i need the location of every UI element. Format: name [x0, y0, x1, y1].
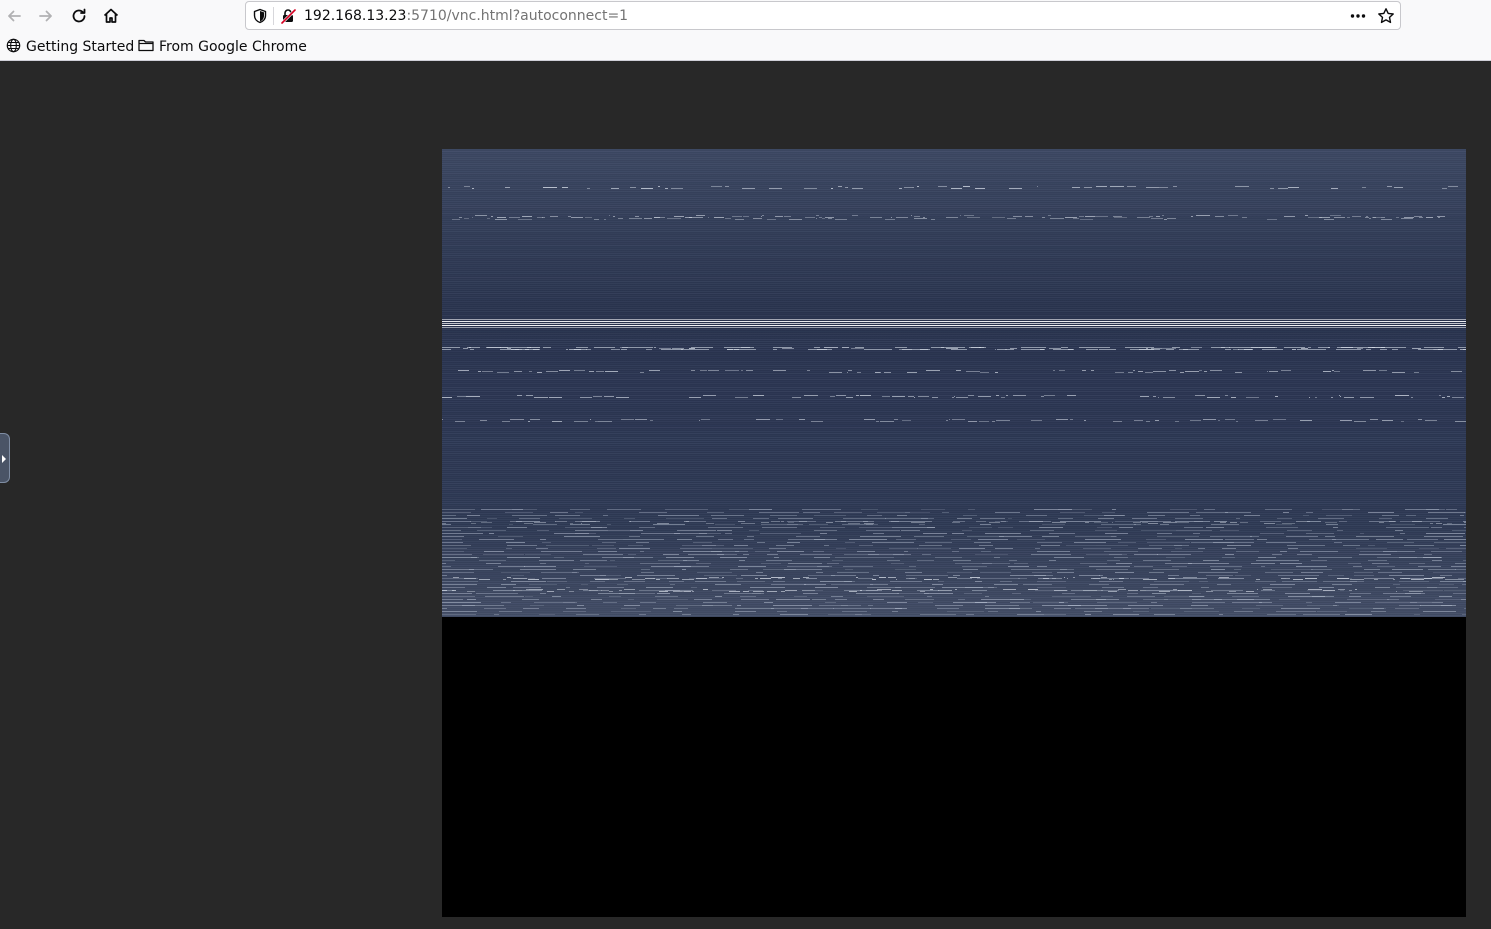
bookmark-getting-started[interactable]: Getting Started [6, 37, 134, 57]
globe-icon [6, 38, 26, 57]
reload-icon [70, 7, 88, 25]
back-button[interactable] [0, 2, 28, 30]
url-host: 192.168.13.23 [304, 8, 407, 24]
forward-arrow-icon [37, 7, 55, 25]
page-content [0, 61, 1491, 929]
navigation-bar: 192.168.13.23:5710/vnc.html?autoconnect=… [0, 0, 1491, 32]
home-button[interactable] [97, 2, 125, 30]
browser-toolbar: 192.168.13.23:5710/vnc.html?autoconnect=… [0, 0, 1491, 61]
bookmark-label: From Google Chrome [159, 39, 307, 55]
url-bar[interactable]: 192.168.13.23:5710/vnc.html?autoconnect=… [245, 1, 1401, 30]
vnc-framebuffer-image [442, 149, 1466, 617]
url-text[interactable]: 192.168.13.23:5710/vnc.html?autoconnect=… [304, 7, 628, 25]
tracking-protection-shield-icon[interactable] [251, 7, 269, 25]
url-path: :5710/vnc.html?autoconnect=1 [406, 8, 629, 24]
back-arrow-icon [5, 7, 23, 25]
bookmark-folder-from-google-chrome[interactable]: From Google Chrome [138, 37, 307, 57]
insecure-connection-icon[interactable] [279, 7, 297, 25]
page-actions-more-icon[interactable] [1349, 7, 1367, 25]
folder-icon [138, 38, 159, 56]
reload-button[interactable] [65, 2, 93, 30]
bookmark-star-icon[interactable] [1377, 7, 1395, 25]
forward-button[interactable] [32, 2, 60, 30]
vnc-remote-screen[interactable] [442, 149, 1466, 917]
vnc-control-bar-handle[interactable] [0, 433, 10, 483]
bookmarks-toolbar: Getting Started From Google Chrome [0, 33, 1491, 60]
home-icon [102, 7, 120, 25]
bookmark-label: Getting Started [26, 39, 135, 55]
expand-arrow-icon [1, 449, 7, 468]
url-separator [273, 7, 274, 25]
